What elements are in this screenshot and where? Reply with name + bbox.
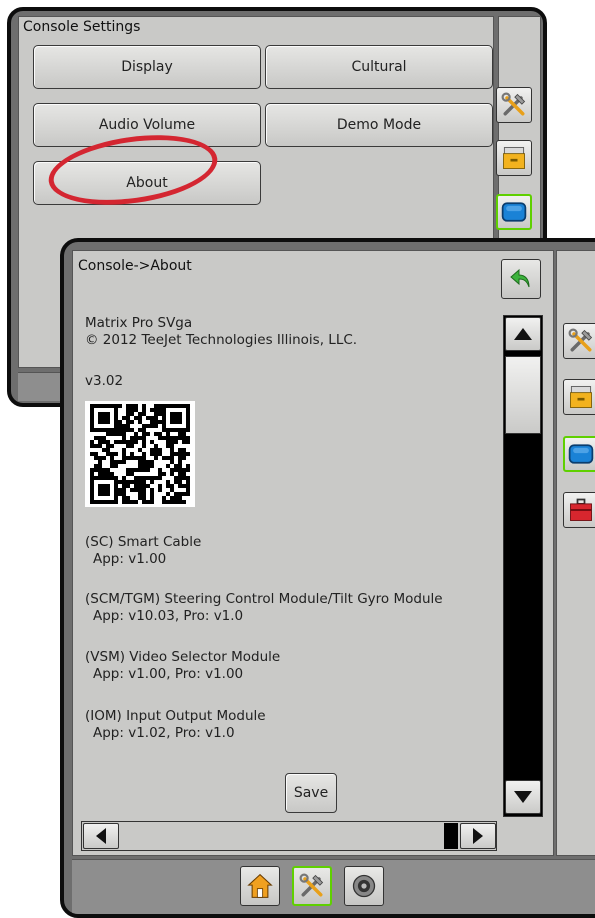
save-button[interactable]: Save <box>285 773 337 813</box>
module-scm-clip: (SCM/TGM) Steering Control Module/Tilt G… <box>73 591 499 631</box>
scroll-down-button[interactable] <box>505 780 541 814</box>
bottom-nav-bar <box>72 859 595 914</box>
module-iom-detail: App: v1.02, Pro: v1.0 <box>93 725 235 741</box>
console-tab[interactable] <box>563 436 595 472</box>
tools-tab[interactable] <box>496 87 532 123</box>
guidance-nav-button[interactable] <box>344 866 384 906</box>
file-drawer-tab[interactable] <box>496 140 532 176</box>
display-button[interactable]: Display <box>33 45 261 89</box>
scroll-left-button[interactable] <box>83 823 119 849</box>
about-content: Console->About Matrix Pro SVga © 2012 Te… <box>72 250 554 856</box>
about-title: Console->About <box>78 258 192 274</box>
arrow-right-icon <box>473 828 483 844</box>
tools-icon <box>500 91 528 119</box>
scroll-up-button[interactable] <box>505 317 541 351</box>
horizontal-scrollbar[interactable] <box>81 821 497 851</box>
console-tab[interactable] <box>496 194 532 230</box>
qr-code <box>85 401 195 507</box>
demo-mode-button[interactable]: Demo Mode <box>265 103 493 147</box>
tools-nav-button[interactable] <box>292 866 332 906</box>
product-name: Matrix Pro SVga <box>85 315 193 331</box>
about-window: Console->About Matrix Pro SVga © 2012 Te… <box>60 238 595 918</box>
console-screen-icon <box>567 440 595 468</box>
scroll-right-button[interactable] <box>460 823 496 849</box>
back-button[interactable] <box>501 259 541 299</box>
module-vsm-detail: App: v1.00, Pro: v1.00 <box>93 666 244 682</box>
guidance-camera-icon <box>352 874 376 898</box>
back-arrow-icon <box>510 268 530 288</box>
file-drawer-icon <box>567 383 595 411</box>
module-iom-name: (IOM) Input Output Module <box>85 708 266 724</box>
copyright-text: © 2012 TeeJet Technologies Illinois, LLC… <box>85 332 358 348</box>
scroll-thumb-horizontal[interactable] <box>444 823 458 849</box>
arrow-up-icon <box>514 328 532 340</box>
toolbox-icon <box>567 496 595 524</box>
side-tab-bar <box>556 250 595 856</box>
file-drawer-icon <box>500 144 528 172</box>
arrow-down-icon <box>514 791 532 803</box>
console-screen-icon <box>500 198 528 226</box>
version-text: v3.02 <box>85 373 124 389</box>
module-vsm-name: (VSM) Video Selector Module <box>85 649 281 665</box>
tools-tab[interactable] <box>563 323 595 359</box>
module-scm-detail: App: v10.03, Pro: v1.0 <box>93 608 244 624</box>
tools-icon <box>567 327 595 355</box>
console-settings-title: Console Settings <box>23 19 141 35</box>
module-sc-detail: App: v1.00 <box>93 551 167 567</box>
module-scm-name: (SCM/TGM) Steering Control Module/Tilt G… <box>85 591 443 607</box>
home-icon <box>247 873 273 898</box>
tools-icon <box>298 872 326 900</box>
home-button[interactable] <box>240 866 280 906</box>
module-sc-name: (SC) Smart Cable <box>85 534 202 550</box>
toolbox-tab[interactable] <box>563 492 595 528</box>
file-drawer-tab[interactable] <box>563 379 595 415</box>
vertical-scrollbar[interactable] <box>503 315 543 817</box>
arrow-left-icon <box>96 828 106 844</box>
scroll-thumb[interactable] <box>505 356 541 434</box>
cultural-button[interactable]: Cultural <box>265 45 493 89</box>
